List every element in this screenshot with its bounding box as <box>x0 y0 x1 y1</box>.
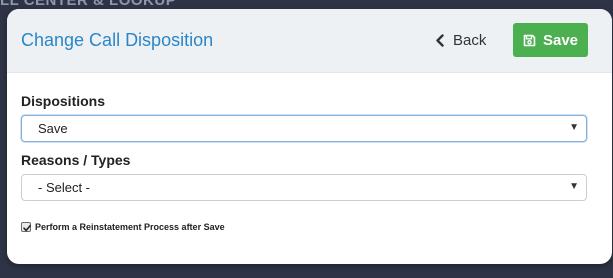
back-button-label: Back <box>453 31 487 49</box>
dispositions-select-value: Save <box>38 121 68 136</box>
back-button[interactable]: Back <box>435 28 486 52</box>
dispositions-label: Dispositions <box>21 93 106 109</box>
dispositions-select[interactable]: Save ▼ <box>21 115 587 142</box>
caret-down-icon: ▼ <box>569 122 579 133</box>
modal-header: Change Call Disposition Back Save <box>7 9 612 73</box>
caret-down-icon: ▼ <box>569 181 579 192</box>
reinstatement-option[interactable]: Perform a Reinstatement Process after Sa… <box>21 222 225 232</box>
save-button[interactable]: Save <box>513 23 588 57</box>
reasons-types-select-value: - Select - <box>38 180 91 195</box>
background-header-text: LL CENTER & LOOKUP <box>0 0 177 9</box>
modal-title: Change Call Disposition <box>21 30 214 50</box>
checkmark-icon <box>23 224 31 232</box>
reinstatement-checkbox[interactable] <box>21 222 31 232</box>
reasons-types-select[interactable]: - Select - ▼ <box>21 174 587 201</box>
save-button-label: Save <box>542 31 579 49</box>
change-disposition-modal: Change Call Disposition Back Save Dispos… <box>7 9 612 264</box>
reasons-types-label: Reasons / Types <box>21 152 131 168</box>
chevron-left-icon <box>435 33 444 47</box>
floppy-disk-icon <box>523 34 536 47</box>
reinstatement-checkbox-label: Perform a Reinstatement Process after Sa… <box>35 222 225 232</box>
